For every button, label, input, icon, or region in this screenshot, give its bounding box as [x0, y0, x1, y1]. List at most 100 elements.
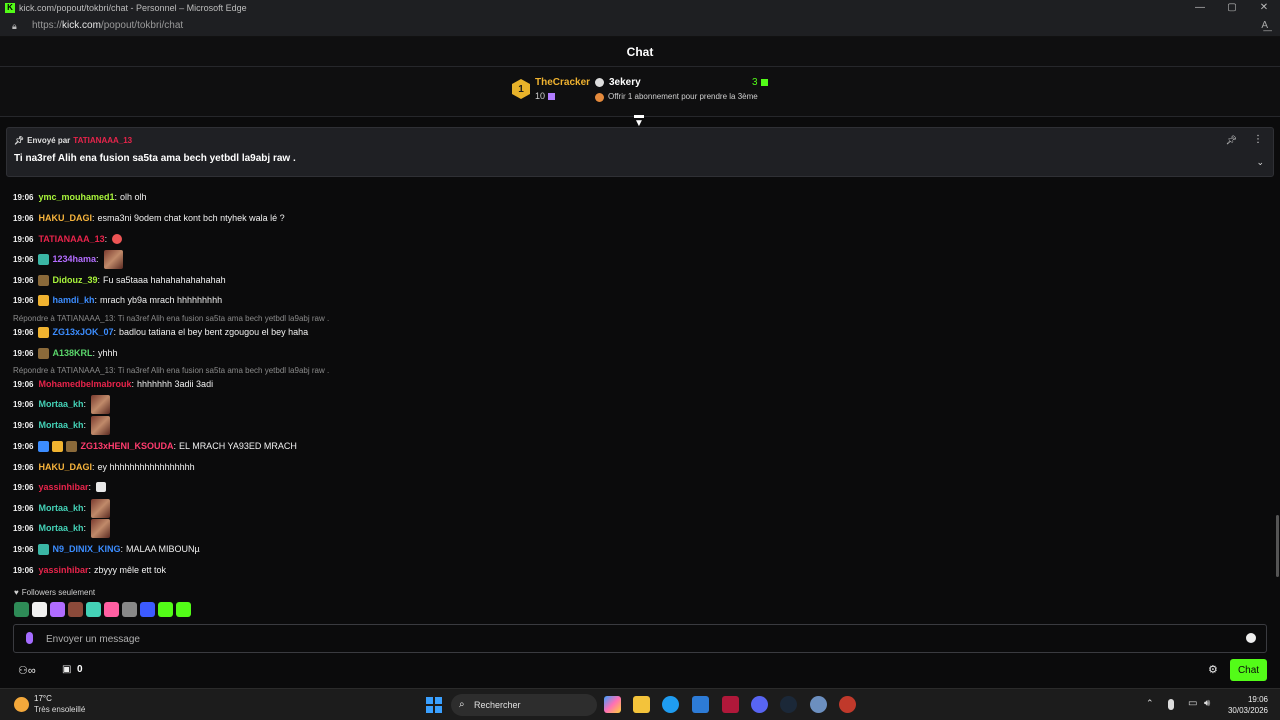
chat-message: 19:06 N9_DINIX_KING: MALAA MIBOUNµ [13, 540, 200, 558]
message-username[interactable]: Mortaa_kh [38, 503, 83, 513]
quick-emote[interactable] [50, 602, 65, 617]
pinned-label: Envoyé par [27, 136, 71, 145]
second-gifter-name[interactable]: 3ekery [609, 77, 641, 88]
quick-emote[interactable] [104, 602, 119, 617]
message-separator: : [120, 544, 124, 554]
edge-icon[interactable] [662, 696, 679, 713]
message-username[interactable]: hamdi_kh [52, 295, 94, 305]
user-badge-icon[interactable] [38, 543, 50, 555]
message-username[interactable]: ZG13xJOK_07 [52, 327, 113, 337]
emote-image[interactable] [112, 234, 123, 244]
weather-sun-icon[interactable] [14, 697, 29, 712]
address-bar[interactable]: 🔒︎ https://kick.com/popout/tokbri/chat A… [0, 15, 1280, 37]
message-username[interactable]: HAKU_DAGI [38, 462, 92, 472]
message-username[interactable]: Mohamedbelmabrouk [38, 379, 131, 389]
clock-time[interactable]: 19:06 [1238, 695, 1268, 704]
file-explorer-icon[interactable] [633, 696, 650, 713]
user-badge-icon[interactable] [38, 294, 50, 306]
message-separator: : [88, 565, 92, 575]
emote-image[interactable] [91, 498, 110, 518]
user-badge-icon[interactable] [52, 440, 64, 452]
message-timestamp: 19:06 [13, 544, 34, 554]
more-options-icon[interactable]: ⋮ [1253, 134, 1263, 145]
quick-emote[interactable] [122, 602, 137, 617]
taskbar-search[interactable]: ⌕ Rechercher [451, 694, 597, 716]
weather-desc[interactable]: Très ensoleillé [34, 705, 85, 714]
user-badge-icon[interactable] [38, 274, 50, 286]
reply-context[interactable]: Répondre à TATIANAAA_13: Ti na3ref Alih … [13, 314, 329, 323]
restore-button[interactable]: ▢ [1216, 0, 1248, 15]
message-username[interactable]: A138KRL [52, 348, 92, 358]
message-input[interactable] [46, 630, 1226, 648]
message-username[interactable]: Mortaa_kh [38, 399, 83, 409]
quick-emote[interactable] [140, 602, 155, 617]
message-separator: : [97, 275, 100, 285]
emote-image[interactable] [91, 394, 110, 414]
message-timestamp: 19:06 [13, 482, 34, 492]
send-chat-button[interactable]: Chat [1230, 659, 1267, 681]
message-username[interactable]: yassinhibar [38, 565, 88, 575]
message-username[interactable]: yassinhibar [38, 482, 88, 492]
network-icon[interactable]: ▭ [1188, 698, 1197, 709]
chat-message: 19:06 Didouz_39: Fu sa5taaa hahahahahahaha… [13, 271, 226, 289]
gear-icon[interactable]: ⚙ [1208, 663, 1218, 676]
app-icon[interactable] [839, 696, 856, 713]
gift-offer-text[interactable]: Offrir 1 abonnement pour prendre la 3ème [608, 92, 758, 101]
quick-emote[interactable] [68, 602, 83, 617]
quick-emote[interactable] [32, 602, 47, 617]
message-username[interactable]: HAKU_DAGI [38, 213, 92, 223]
message-username[interactable]: Didouz_39 [52, 275, 97, 285]
message-username[interactable]: 1234hama [52, 254, 96, 264]
message-username[interactable]: ymc_mouhamed1 [38, 192, 114, 202]
chevron-down-icon[interactable]: ⌄ [1256, 157, 1264, 168]
minimize-button[interactable]: — [1184, 0, 1216, 15]
message-username[interactable]: Mortaa_kh [38, 523, 83, 533]
emote-image[interactable] [91, 518, 110, 538]
chat-footer: ⚇∞ ▣ 0 ⚙ Chat [0, 656, 1280, 686]
quick-emote[interactable] [176, 602, 191, 617]
message-username[interactable]: ZG13xHENI_KSOUDA [80, 441, 173, 451]
emote-image[interactable] [103, 249, 123, 269]
close-button[interactable]: ✕ [1248, 0, 1280, 15]
second-gifter-count: 3 [752, 77, 768, 88]
read-aloud-icon[interactable]: A͟ [1261, 20, 1268, 31]
user-badge-icon[interactable] [66, 440, 78, 452]
windows-start-icon[interactable] [426, 697, 442, 713]
volume-icon[interactable]: 🔊︎ [1204, 698, 1210, 709]
user-badge-icon[interactable] [38, 347, 50, 359]
chevron-up-icon[interactable]: ⌃ [1146, 698, 1154, 709]
store-app-icon[interactable] [692, 696, 709, 713]
channel-points-icon[interactable]: ⚇∞ [18, 664, 36, 677]
microphone-icon[interactable] [26, 632, 33, 644]
user-badge-icon[interactable] [38, 440, 50, 452]
user-badge-icon[interactable] [38, 253, 50, 265]
emote-image[interactable] [96, 482, 107, 492]
quick-emote[interactable] [86, 602, 101, 617]
emoji-picker-icon[interactable] [1246, 633, 1256, 643]
copilot-icon[interactable] [604, 696, 621, 713]
tray-microphone-icon[interactable] [1168, 699, 1174, 710]
message-text: olh olh [120, 192, 147, 202]
expand-leaderboard-icon[interactable]: ▬ ▼ [634, 111, 644, 129]
message-separator: : [91, 462, 95, 472]
quick-emote[interactable] [158, 602, 173, 617]
discord-icon[interactable] [751, 696, 768, 713]
quick-emote[interactable] [14, 602, 29, 617]
pinned-sender[interactable]: TATIANAAA_13 [73, 136, 132, 145]
settings-app-icon[interactable] [810, 696, 827, 713]
unpin-button[interactable]: 📌︎ [1226, 135, 1237, 146]
message-username[interactable]: N9_DINIX_KING [52, 544, 120, 554]
reply-context[interactable]: Répondre à TATIANAAA_13: Ti na3ref Alih … [13, 366, 329, 375]
emote-image[interactable] [91, 415, 110, 435]
weather-temp[interactable]: 17°C [34, 694, 52, 703]
steam-icon[interactable] [780, 696, 797, 713]
clock-date[interactable]: 30/03/2026 [1222, 706, 1268, 715]
lock-icon[interactable]: 🔒︎ [12, 21, 22, 31]
chat-scrollbar[interactable] [1276, 515, 1279, 577]
adobe-icon[interactable] [722, 696, 739, 713]
top-gifter-name[interactable]: TheCracker [535, 77, 590, 88]
user-badge-icon[interactable] [38, 326, 50, 338]
store-icon[interactable]: ▣ [62, 664, 71, 675]
message-username[interactable]: TATIANAAA_13 [38, 234, 104, 244]
message-username[interactable]: Mortaa_kh [38, 420, 83, 430]
